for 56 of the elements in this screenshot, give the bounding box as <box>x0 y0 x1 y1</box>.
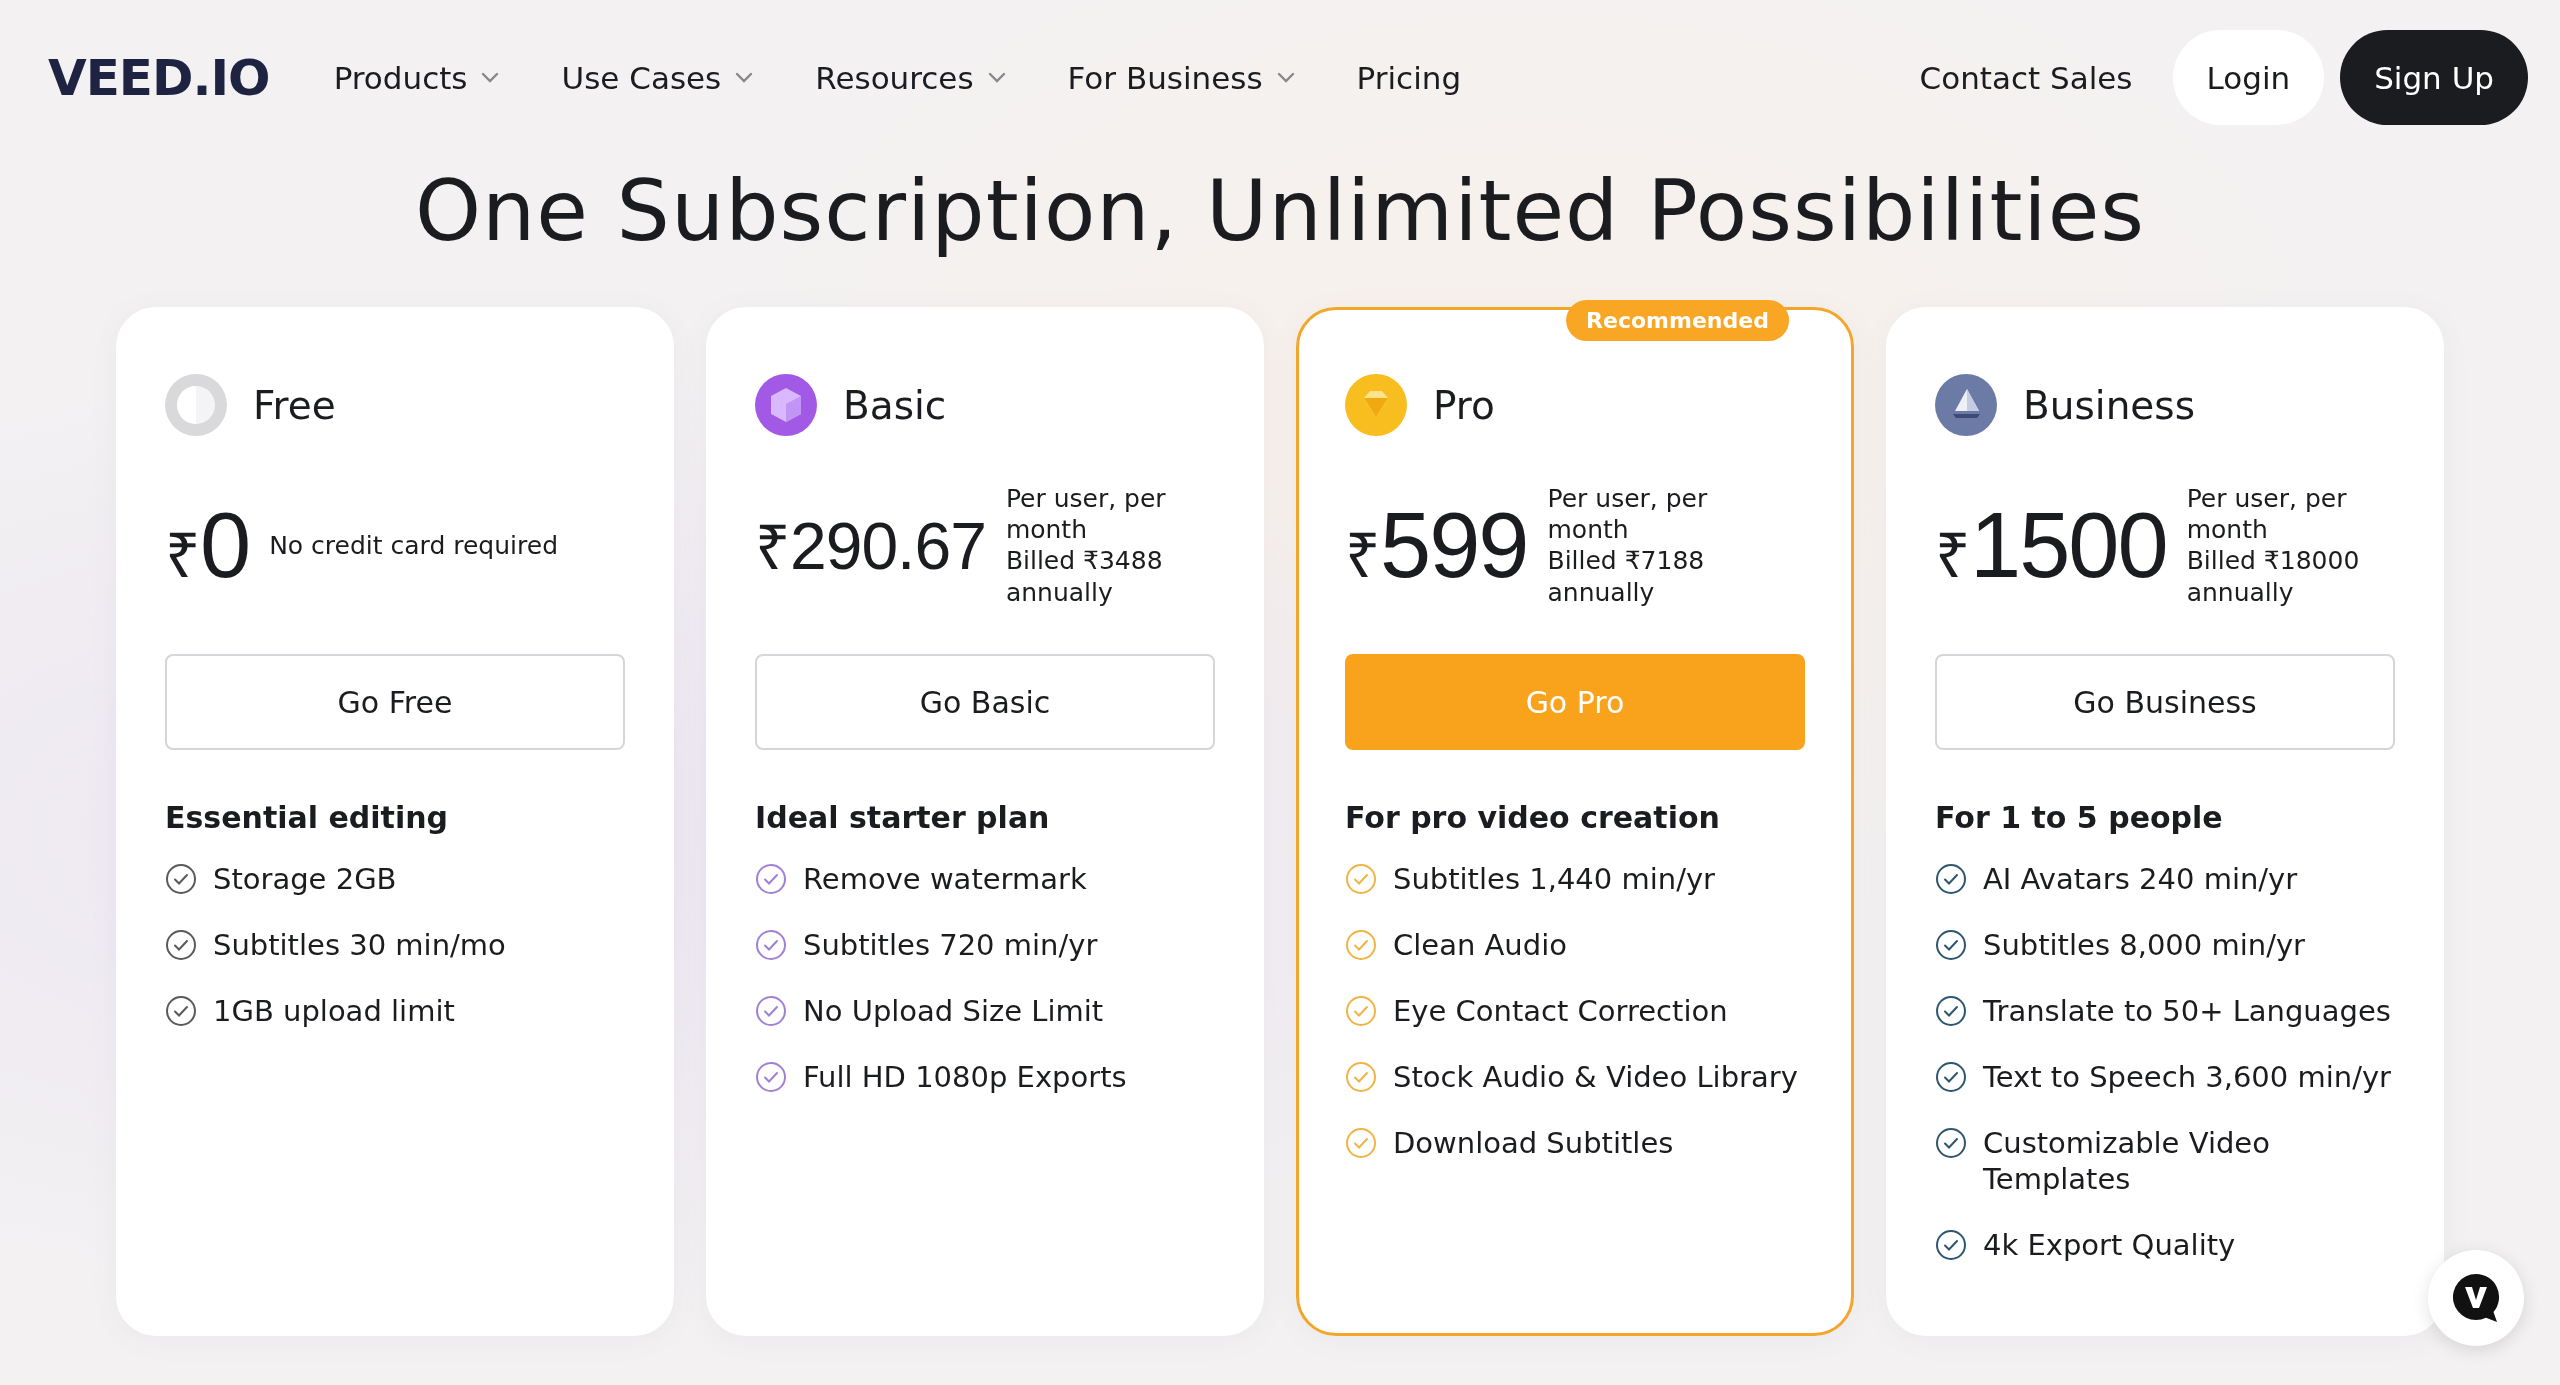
cube-icon <box>755 374 817 437</box>
billing-note: Per user, per month <box>1547 482 1709 546</box>
billing-note: Billed ₹18000 annually <box>2186 545 2361 608</box>
nav-link[interactable]: Pricing <box>1356 59 1462 96</box>
feature-text: AI Avatars 240 min/yr <box>1983 861 2298 898</box>
feature-text: Full HD 1080p Exports <box>803 1059 1127 1096</box>
plan-button[interactable]: Go Free <box>165 654 625 751</box>
nav-link[interactable]: Products <box>333 59 500 96</box>
gem-icon <box>1345 374 1407 437</box>
contact-sales-link[interactable]: Contact Sales <box>1919 59 2133 96</box>
feature-text: Subtitles 720 min/yr <box>803 927 1098 964</box>
plan-subheading: Essential editing <box>165 800 450 836</box>
price: ₹290.67 <box>755 508 986 586</box>
price: ₹1500 <box>1935 492 2167 598</box>
feature-text: Clean Audio <box>1393 927 1567 964</box>
sign-up-button[interactable]: Sign Up <box>2340 30 2528 125</box>
price: ₹0 <box>165 492 250 598</box>
plan-name: Business <box>2023 382 2195 428</box>
plan-subheading: Ideal starter plan <box>755 800 1051 836</box>
billing-note: Per user, per month <box>2186 482 2348 546</box>
feature-text: Subtitles 8,000 min/yr <box>1983 927 2305 964</box>
billing-note: Billed ₹7188 annually <box>1547 545 1706 608</box>
nav-link[interactable]: Use Cases <box>561 59 754 96</box>
login-button[interactable]: Login <box>2172 30 2325 125</box>
feature-text: 4k Export Quality <box>1983 1227 2236 1264</box>
plan-subheading: For pro video creation <box>1345 800 1721 836</box>
billing-note: No credit card required <box>269 529 558 561</box>
feature-text: Customizable Video Templates <box>1983 1125 2271 1198</box>
sphere-icon <box>165 374 227 437</box>
plan-button[interactable]: Go Business <box>1935 654 2395 751</box>
feature-text: Remove watermark <box>803 861 1087 898</box>
plan-name: Basic <box>843 382 947 428</box>
feature-text: Eye Contact Correction <box>1393 993 1728 1030</box>
nav-link[interactable]: For Business <box>1067 59 1295 96</box>
page-title: One Subscription, Unlimited Possibilities <box>413 165 2147 258</box>
plan-name: Free <box>253 382 336 428</box>
price: ₹599 <box>1345 492 1528 598</box>
chat-icon <box>2451 1272 2501 1324</box>
plan-subheading: For 1 to 5 people <box>1935 800 2224 836</box>
billing-note: Per user, per month <box>1005 482 1167 546</box>
logo[interactable]: VEED.IO <box>48 48 270 107</box>
feature-text: No Upload Size Limit <box>803 993 1104 1030</box>
feature-text: Subtitles 30 min/mo <box>213 927 506 964</box>
feature-text: Text to Speech 3,600 min/yr <box>1983 1059 2392 1096</box>
plan-name: Pro <box>1433 382 1495 428</box>
plan-button[interactable]: Go Basic <box>755 654 1215 751</box>
feature-text: 1GB upload limit <box>213 993 455 1030</box>
sail-icon <box>1935 374 1997 437</box>
billing-note: Billed ₹3488 annually <box>1005 545 1164 608</box>
feature-text: Stock Audio & Video Library <box>1393 1059 1798 1096</box>
nav-link[interactable]: Resources <box>815 59 1006 96</box>
feature-text: Download Subtitles <box>1393 1125 1674 1162</box>
recommended-badge: Recommended <box>1566 300 1789 342</box>
feature-text: Subtitles 1,440 min/yr <box>1393 861 1715 898</box>
feature-text: Storage 2GB <box>213 861 397 898</box>
feature-text: Translate to 50+ Languages <box>1983 993 2391 1030</box>
